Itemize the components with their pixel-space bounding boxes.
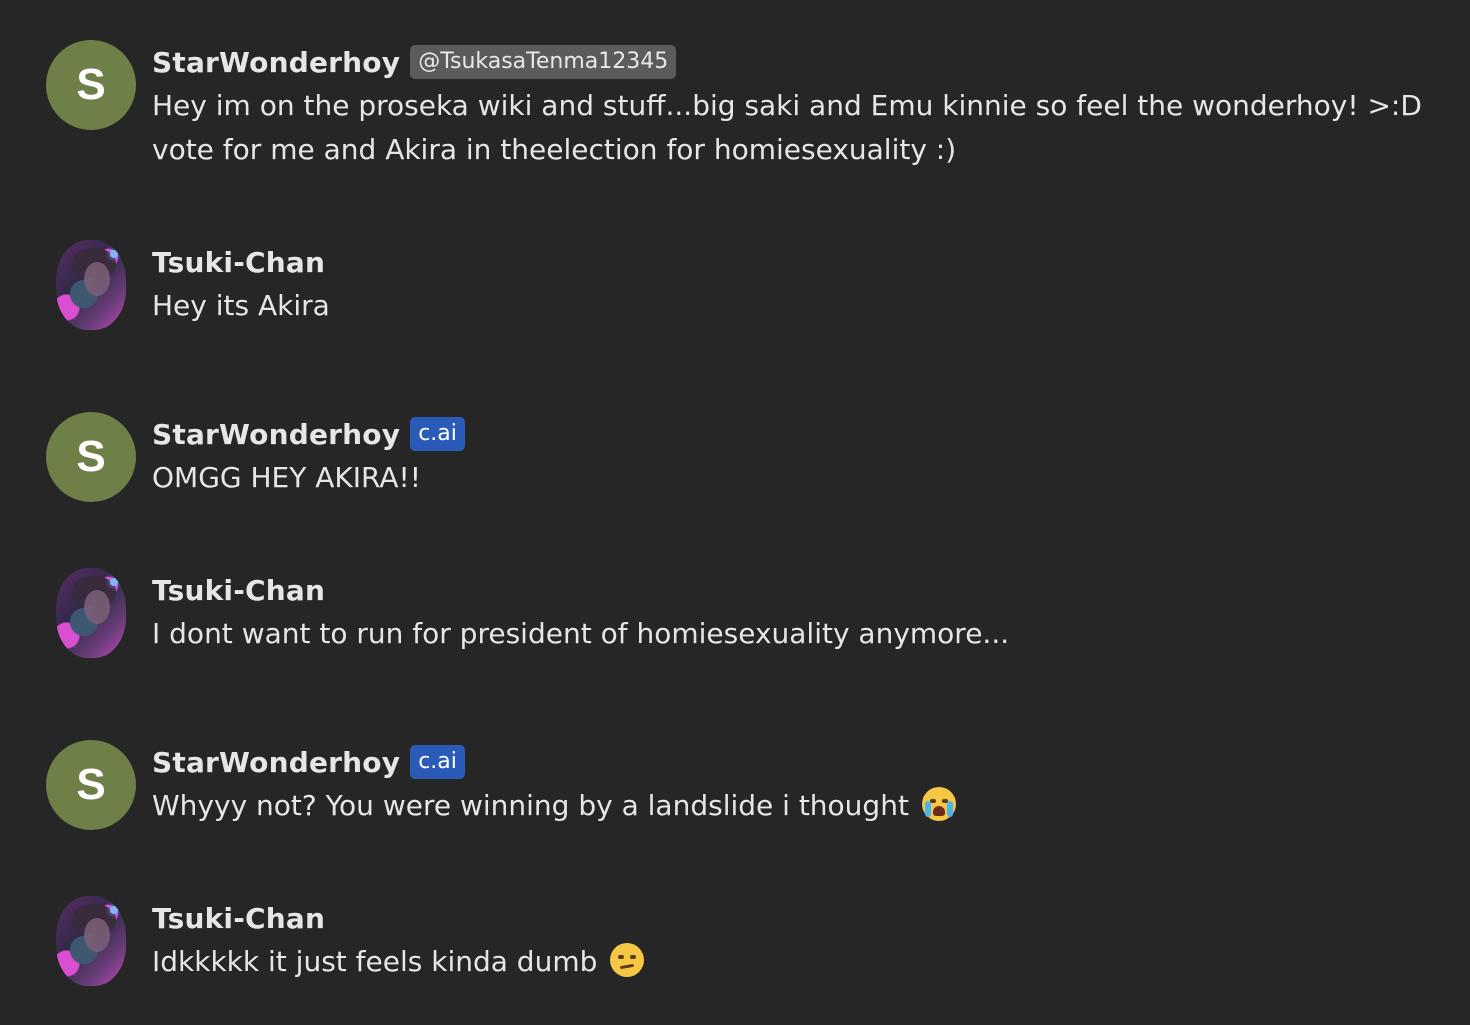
avatar[interactable]: S — [46, 740, 136, 830]
avatar[interactable] — [56, 896, 126, 986]
message-text: I dont want to run for president of homi… — [152, 617, 1010, 650]
avatar-letter: S — [76, 760, 106, 809]
avatar[interactable]: S — [46, 412, 136, 502]
author-name[interactable]: Tsuki-Chan — [152, 246, 325, 279]
avatar[interactable] — [56, 568, 126, 658]
avatar-letter: S — [76, 60, 106, 109]
avatar[interactable] — [56, 240, 126, 330]
chat-message-list: S StarWonderhoy @TsukasaTenma12345 Hey i… — [0, 0, 1470, 1025]
author-name[interactable]: StarWonderhoy — [152, 418, 400, 451]
message-text: Whyyy not? You were winning by a landsli… — [152, 784, 1430, 828]
confused-face-icon — [610, 943, 645, 977]
loudly-crying-face-icon — [921, 787, 956, 821]
author-handle-badge: @TsukasaTenma12345 — [410, 45, 677, 79]
author-name[interactable]: StarWonderhoy — [152, 46, 400, 79]
author-name[interactable]: Tsuki-Chan — [152, 902, 325, 935]
message-text: Hey im on the proseka wiki and stuff...b… — [152, 89, 1422, 166]
author-name[interactable]: StarWonderhoy — [152, 746, 400, 779]
avatar[interactable]: S — [46, 40, 136, 130]
message-text: OMGG HEY AKIRA!! — [152, 461, 421, 494]
author-name[interactable]: Tsuki-Chan — [152, 574, 325, 607]
cai-badge: c.ai — [410, 417, 465, 451]
message-text: Hey its Akira — [152, 289, 330, 322]
avatar-letter: S — [76, 432, 106, 481]
message-text: Idkkkkk it just feels kinda dumb — [152, 940, 1430, 984]
cai-badge: c.ai — [410, 745, 465, 779]
